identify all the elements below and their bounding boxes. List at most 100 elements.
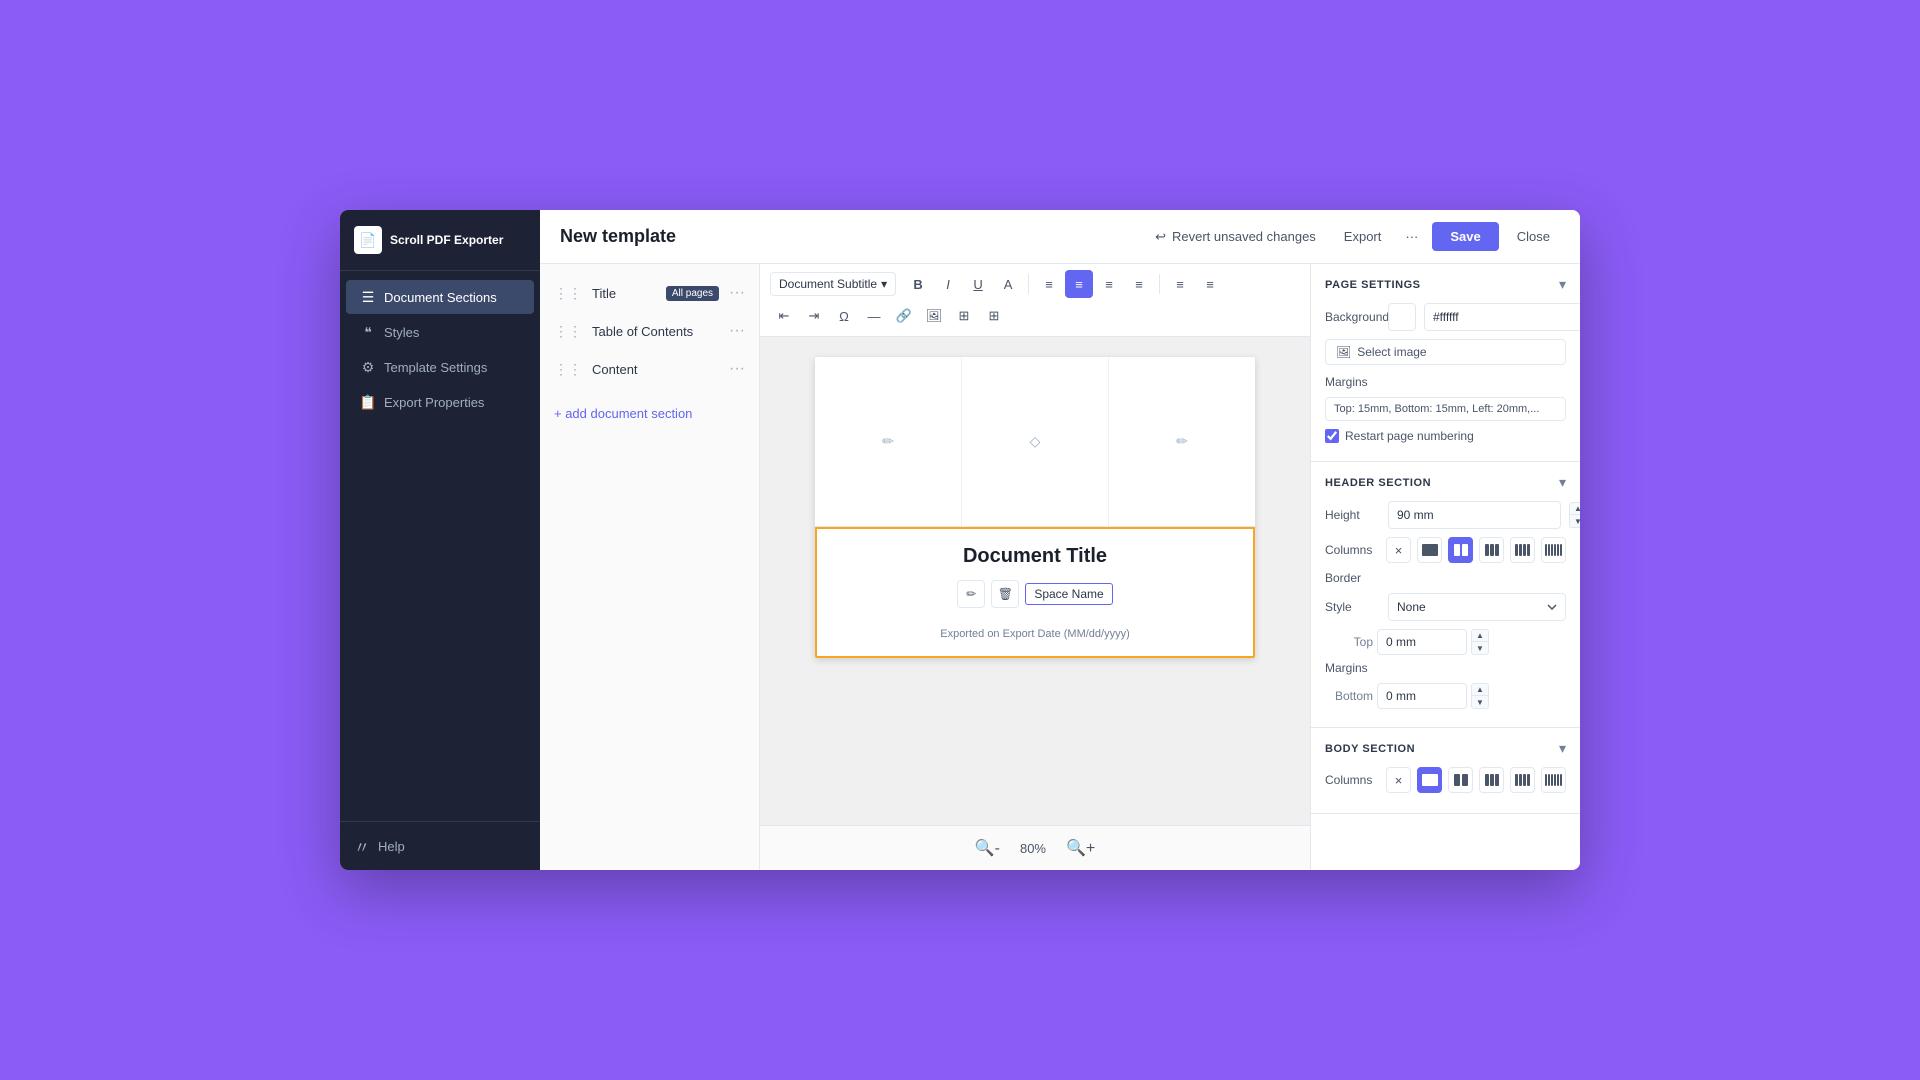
text-color-button[interactable]: A	[994, 270, 1022, 298]
bottom-input[interactable]	[1377, 683, 1467, 709]
zoom-bar: 🔍- 80% 🔍+	[760, 825, 1310, 870]
add-button[interactable]: ⊞	[950, 302, 978, 330]
bottom-increment[interactable]: ▲	[1471, 683, 1489, 696]
top-input[interactable]	[1377, 629, 1467, 655]
zoom-in-button[interactable]: 🔍+	[1058, 834, 1103, 862]
export-properties-icon: 📋	[360, 394, 376, 410]
bottom-label: Bottom	[1325, 689, 1373, 703]
top-increment[interactable]: ▲	[1471, 629, 1489, 642]
close-button[interactable]: Close	[1507, 222, 1560, 251]
link-button[interactable]: 🔗	[890, 302, 918, 330]
page-settings-section: PAGE SETTINGS ▾ Background 🖼 Select imag…	[1311, 264, 1580, 462]
height-decrement[interactable]: ▼	[1569, 515, 1580, 528]
revert-button[interactable]: ↩ Revert unsaved changes	[1145, 223, 1326, 251]
background-color-input[interactable]	[1424, 303, 1580, 331]
body-col-btn-x[interactable]	[1386, 767, 1411, 793]
page-col-right[interactable]: ✏	[1109, 357, 1255, 526]
body-col-sixth-icon	[1545, 774, 1562, 786]
margins-value[interactable]: Top: 15mm, Bottom: 15mm, Left: 20mm,...	[1325, 397, 1566, 421]
section-item-title[interactable]: ⋮⋮ Title All pages ···	[540, 274, 759, 312]
section-name-content: Content	[592, 362, 719, 377]
body-col-btn-third[interactable]	[1479, 767, 1504, 793]
align-right-button[interactable]: ≡	[1095, 270, 1123, 298]
add-section-button[interactable]: + add document section	[540, 396, 759, 431]
height-input[interactable]	[1388, 501, 1561, 529]
header-section-header: HEADER SECTION ▾	[1325, 474, 1566, 491]
section-item-toc[interactable]: ⋮⋮ Table of Contents ···	[540, 312, 759, 350]
toolbar-divider-1	[1028, 274, 1029, 294]
page-col-center[interactable]: ◇	[962, 357, 1109, 526]
section-item-content[interactable]: ⋮⋮ Content ···	[540, 350, 759, 388]
italic-button[interactable]: I	[934, 270, 962, 298]
app-header: New template ↩ Revert unsaved changes Ex…	[540, 210, 1580, 264]
sidebar: 📄 Scroll PDF Exporter ☰ Document Section…	[340, 210, 540, 870]
zoom-out-button[interactable]: 🔍-	[967, 834, 1008, 862]
align-justify-button[interactable]: ≡	[1125, 270, 1153, 298]
hr-button[interactable]: —	[860, 302, 888, 330]
edit-icon-right[interactable]: ✏	[1176, 433, 1188, 450]
underline-button[interactable]: U	[964, 270, 992, 298]
edit-icon-center[interactable]: ◇	[1030, 433, 1041, 450]
sidebar-item-label: Styles	[384, 325, 419, 340]
border-style-row: Style None Solid Dashed	[1325, 593, 1566, 621]
list-bullet-button[interactable]: ≡	[1166, 270, 1194, 298]
special-char-button[interactable]: Ω	[830, 302, 858, 330]
save-button[interactable]: Save	[1432, 222, 1498, 251]
editor-toolbar: Document Subtitle ▾ B I U A ≡ ≡ ≡ ≡ ≡	[760, 264, 1310, 337]
space-name-tag[interactable]: Space Name	[1025, 583, 1112, 605]
top-stepper: ▲ ▼	[1471, 629, 1489, 655]
col-btn-full[interactable]	[1417, 537, 1442, 563]
sidebar-item-styles[interactable]: ❝ Styles	[346, 315, 534, 349]
background-color-swatch[interactable]	[1388, 303, 1416, 331]
body-section-collapse[interactable]: ▾	[1559, 740, 1566, 757]
bold-button[interactable]: B	[904, 270, 932, 298]
section-more-toc[interactable]: ···	[729, 322, 745, 340]
align-left-button[interactable]: ≡	[1035, 270, 1063, 298]
sidebar-item-template-settings[interactable]: ⚙ Template Settings	[346, 350, 534, 384]
sidebar-item-document-sections[interactable]: ☰ Document Sections	[346, 280, 534, 314]
section-more-content[interactable]: ···	[729, 360, 745, 378]
header-section-collapse[interactable]: ▾	[1559, 474, 1566, 491]
add-section-label: + add document section	[554, 406, 692, 421]
col-btn-third[interactable]	[1479, 537, 1504, 563]
export-button[interactable]: Export	[1334, 223, 1392, 250]
indent-right-button[interactable]: ⇥	[800, 302, 828, 330]
list-ordered-button[interactable]: ≡	[1196, 270, 1224, 298]
top-decrement[interactable]: ▼	[1471, 642, 1489, 655]
doc-edit-button[interactable]: ✏	[957, 580, 985, 608]
col-btn-sixth[interactable]	[1541, 537, 1566, 563]
indent-left-button[interactable]: ⇤	[770, 302, 798, 330]
table-button[interactable]: ⊞	[980, 302, 1008, 330]
canvas-content: ✏ ◇ ✏ Document Title	[760, 337, 1310, 825]
body-col-btn-quarter[interactable]	[1510, 767, 1535, 793]
border-style-select[interactable]: None Solid Dashed	[1388, 593, 1566, 621]
body-col-btn-half[interactable]	[1448, 767, 1473, 793]
header-section-title: HEADER SECTION	[1325, 477, 1431, 489]
margins-label: Margins	[1325, 375, 1380, 389]
columns-label: Columns	[1325, 543, 1380, 557]
align-center-button[interactable]: ≡	[1065, 270, 1093, 298]
more-button[interactable]: ···	[1399, 223, 1424, 250]
col-btn-quarter[interactable]	[1510, 537, 1535, 563]
height-increment[interactable]: ▲	[1569, 502, 1580, 515]
body-col-btn-sixth[interactable]	[1541, 767, 1566, 793]
doc-delete-button[interactable]: 🗑	[991, 580, 1019, 608]
edit-icon-left[interactable]: ✏	[882, 433, 894, 450]
margins-row: Margins	[1325, 375, 1566, 389]
sidebar-item-export-properties[interactable]: 📋 Export Properties	[346, 385, 534, 419]
style-selector[interactable]: Document Subtitle ▾	[770, 272, 896, 296]
section-more-title[interactable]: ···	[729, 284, 745, 302]
page-settings-title: PAGE SETTINGS	[1325, 279, 1421, 291]
body-col-btn-full[interactable]	[1417, 767, 1442, 793]
page-settings-collapse[interactable]: ▾	[1559, 276, 1566, 293]
col-btn-x[interactable]	[1386, 537, 1411, 563]
select-image-button[interactable]: 🖼 Select image	[1325, 339, 1566, 365]
page-title: New template	[560, 226, 1133, 247]
help-item[interactable]: 〃 Help	[340, 821, 540, 870]
drag-handle-content: ⋮⋮	[554, 361, 582, 378]
image-button[interactable]: 🖼	[920, 302, 948, 330]
restart-numbering-checkbox[interactable]	[1325, 429, 1339, 443]
page-col-left[interactable]: ✏	[815, 357, 962, 526]
bottom-decrement[interactable]: ▼	[1471, 696, 1489, 709]
col-btn-half[interactable]	[1448, 537, 1473, 563]
